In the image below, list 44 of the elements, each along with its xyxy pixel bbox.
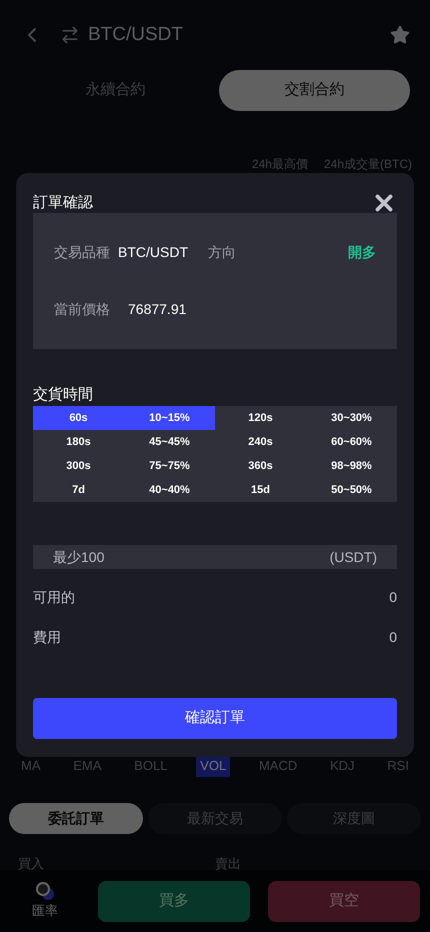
- unit-label: (USDT): [330, 548, 377, 567]
- delivery-option[interactable]: 60s 10~15%: [33, 406, 215, 430]
- direction-value: 開多: [348, 243, 376, 262]
- price-label: 當前價格: [54, 300, 110, 319]
- amount-input[interactable]: 最少100: [53, 546, 330, 568]
- indicator-tab[interactable]: KDJ: [326, 754, 359, 777]
- buy-long-button[interactable]: 買多: [98, 880, 250, 922]
- indicator-tab[interactable]: MACD: [254, 754, 302, 777]
- contract-tab[interactable]: 永續合約: [20, 70, 211, 111]
- indicator-tab[interactable]: MA: [17, 754, 44, 777]
- swap-icon[interactable]: [60, 25, 80, 45]
- amount-field[interactable]: 最少100 (USDT): [33, 545, 397, 569]
- book-tab[interactable]: 委託訂單: [9, 803, 143, 834]
- high-label: 24h最高價: [252, 156, 308, 173]
- delivery-option[interactable]: 15d 50~50%: [215, 478, 397, 502]
- fee-value: 0: [389, 628, 397, 646]
- price-value: 76877.91: [128, 300, 186, 319]
- volume-label: 24h成交量(BTC): [324, 156, 412, 173]
- pair-title: BTC/USDT: [88, 22, 183, 47]
- exchange-rate-button[interactable]: 匯率: [10, 881, 80, 921]
- fee-label: 費用: [33, 628, 61, 646]
- coin-icon: [34, 881, 56, 902]
- delivery-option[interactable]: 240s 60~60%: [215, 430, 397, 454]
- delivery-option[interactable]: 300s 75~75%: [33, 454, 215, 478]
- dialog-title: 訂單確認: [33, 192, 93, 213]
- delivery-option[interactable]: 7d 40~40%: [33, 478, 215, 502]
- delivery-option[interactable]: 120s 30~30%: [215, 406, 397, 430]
- indicator-tab[interactable]: EMA: [69, 754, 106, 777]
- column-heading: 買入: [18, 856, 44, 871]
- delivery-title: 交貨時間: [33, 385, 94, 405]
- indicator-tab[interactable]: RSI: [383, 754, 413, 777]
- delivery-option[interactable]: 360s 98~98%: [215, 454, 397, 478]
- confirm-order-button[interactable]: 確認訂單: [33, 698, 397, 739]
- symbol-label: 交易品種: [54, 243, 110, 262]
- star-icon[interactable]: [390, 25, 410, 45]
- delivery-option[interactable]: 180s 45~45%: [33, 430, 215, 454]
- symbol-value: BTC/USDT: [118, 243, 188, 262]
- available-value: 0: [389, 588, 397, 606]
- sell-short-button[interactable]: 買空: [268, 880, 420, 922]
- direction-label: 方向: [208, 243, 236, 262]
- indicator-tab[interactable]: BOLL: [130, 754, 172, 777]
- column-heading: 賣出: [215, 856, 241, 871]
- contract-tab[interactable]: 交割合約: [219, 70, 410, 111]
- available-label: 可用的: [33, 588, 75, 606]
